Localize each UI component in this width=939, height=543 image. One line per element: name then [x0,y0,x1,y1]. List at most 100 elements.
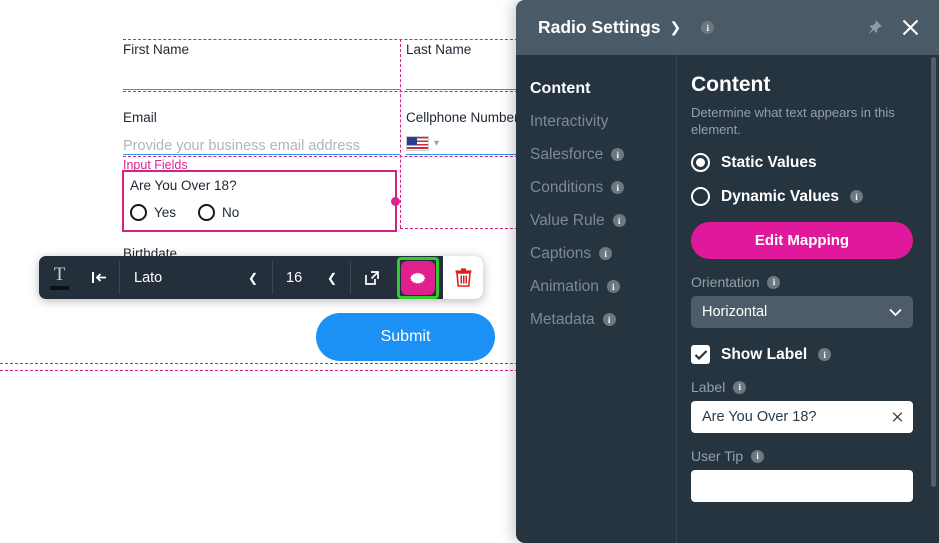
panel-body: Content Interactivity Salesforce i Condi… [516,55,939,543]
radio-option-yes[interactable]: Yes [130,204,176,221]
radio-circle-icon[interactable] [198,204,216,221]
info-icon[interactable]: i [767,275,781,289]
user-tip-field-label: User Tip i [691,448,917,464]
radio-circle-icon[interactable] [691,153,710,172]
edit-mapping-button[interactable]: Edit Mapping [691,222,913,259]
trash-icon [455,268,471,287]
radio-circle-icon[interactable] [691,187,710,206]
nav-item-label: Value Rule [530,211,605,229]
radio-option-no[interactable]: No [198,204,239,221]
text-color-icon: T [50,265,69,290]
clear-label-icon[interactable] [891,411,904,424]
info-icon[interactable]: i [733,380,747,394]
font-size-select[interactable]: 16 ❮ [273,256,350,299]
font-family-select[interactable]: Lato ❮ [120,256,272,299]
dynamic-values-option[interactable]: Dynamic Values i [691,187,917,206]
text-color-button[interactable]: T [39,256,80,299]
font-size-value: 16 [286,269,303,286]
nav-item-label: Conditions [530,178,604,196]
panel-title: Radio Settings [538,17,661,37]
settings-button[interactable] [401,260,435,295]
chevron-down-icon: ▾ [434,138,440,149]
field-underline [406,154,523,155]
gear-icon [409,272,426,284]
info-icon[interactable]: i [612,214,626,227]
align-left-icon [92,272,106,283]
field-underline [123,154,400,155]
label-text: Label [691,379,726,395]
content-description: Determine what text appears in this elem… [691,105,895,137]
show-label-checkbox[interactable] [691,345,710,364]
nav-item-content[interactable]: Content [530,72,676,105]
label-text: Orientation [691,274,760,290]
chevron-down-icon: ❮ [326,270,337,285]
close-icon[interactable] [900,17,921,38]
nav-item-label: Salesforce [530,145,604,163]
field-email[interactable]: Email Provide your business email addres… [123,110,400,155]
content-pane: Content Determine what text appears in t… [676,55,939,543]
country-selector[interactable]: ▾ [406,136,523,151]
field-cellphone-number[interactable]: Cellphone Number ▾ [406,110,523,155]
nav-item-conditions[interactable]: Conditions i [530,171,676,204]
info-icon[interactable]: i [818,348,832,361]
chevron-down-icon: ❮ [247,270,258,285]
element-toolbar[interactable]: T Lato ❮ 16 ❮ [39,256,483,299]
info-icon[interactable]: i [602,313,616,326]
info-icon[interactable]: i [850,190,864,203]
user-tip-input[interactable] [691,470,913,502]
info-icon[interactable]: i [611,181,625,194]
show-label-text: Show Label [721,345,808,363]
radio-options: Yes No [130,204,395,221]
resize-handle[interactable] [391,196,400,206]
info-icon[interactable]: i [611,148,625,161]
field-placeholder: Provide your business email address [123,138,360,154]
guide-line [123,91,523,92]
info-icon[interactable]: i [701,21,715,34]
nav-item-interactivity[interactable]: Interactivity [530,105,676,138]
field-label: Last Name [406,42,472,57]
nav-item-captions[interactable]: Captions i [530,237,676,270]
nav-item-metadata[interactable]: Metadata i [530,303,676,336]
field-last-name[interactable]: Last Name [406,42,523,90]
selected-radio-element[interactable]: Are You Over 18? Yes No [122,170,400,232]
guide-line [0,363,523,364]
pin-icon[interactable] [866,19,883,36]
panel-header: Radio Settings ❯ i [516,0,939,55]
info-icon[interactable]: i [751,449,765,463]
nav-item-label: Metadata [530,310,595,328]
delete-button[interactable] [443,256,483,299]
info-icon[interactable]: i [599,247,613,260]
align-button[interactable] [80,256,119,299]
settings-nav: Content Interactivity Salesforce i Condi… [516,55,676,543]
show-label-row[interactable]: Show Label i [691,345,917,364]
label-field-label: Label i [691,379,917,395]
nav-item-value-rule[interactable]: Value Rule i [530,204,676,237]
radio-circle-icon[interactable] [130,204,147,221]
us-flag-icon [406,136,429,151]
info-icon[interactable]: i [606,280,620,293]
nav-item-animation[interactable]: Animation i [530,270,676,303]
field-first-name[interactable]: First Name [123,42,400,90]
field-underline [123,89,400,90]
nav-item-label: Interactivity [530,112,609,130]
panel-scrollbar[interactable] [931,57,936,487]
label-input[interactable] [691,401,913,433]
guide-line [123,156,523,157]
nav-item-label: Content [530,79,591,97]
external-link-icon [365,270,379,285]
label-input-wrapper [691,401,913,433]
option-label: Static Values [721,153,817,171]
chevron-down-icon[interactable]: ❯ [670,19,682,36]
submit-button[interactable]: Submit [316,313,495,361]
label-text: User Tip [691,448,744,464]
field-label: First Name [123,42,190,57]
open-external-button[interactable] [351,256,393,299]
nav-item-salesforce[interactable]: Salesforce i [530,138,676,171]
field-label: Cellphone Number [406,110,519,125]
static-values-option[interactable]: Static Values [691,153,917,172]
highlight-box [397,256,439,299]
content-heading: Content [691,73,771,96]
radio-question: Are You Over 18? [130,178,237,193]
orientation-select[interactable]: Horizontal [691,296,913,328]
nav-item-label: Captions [530,244,592,262]
